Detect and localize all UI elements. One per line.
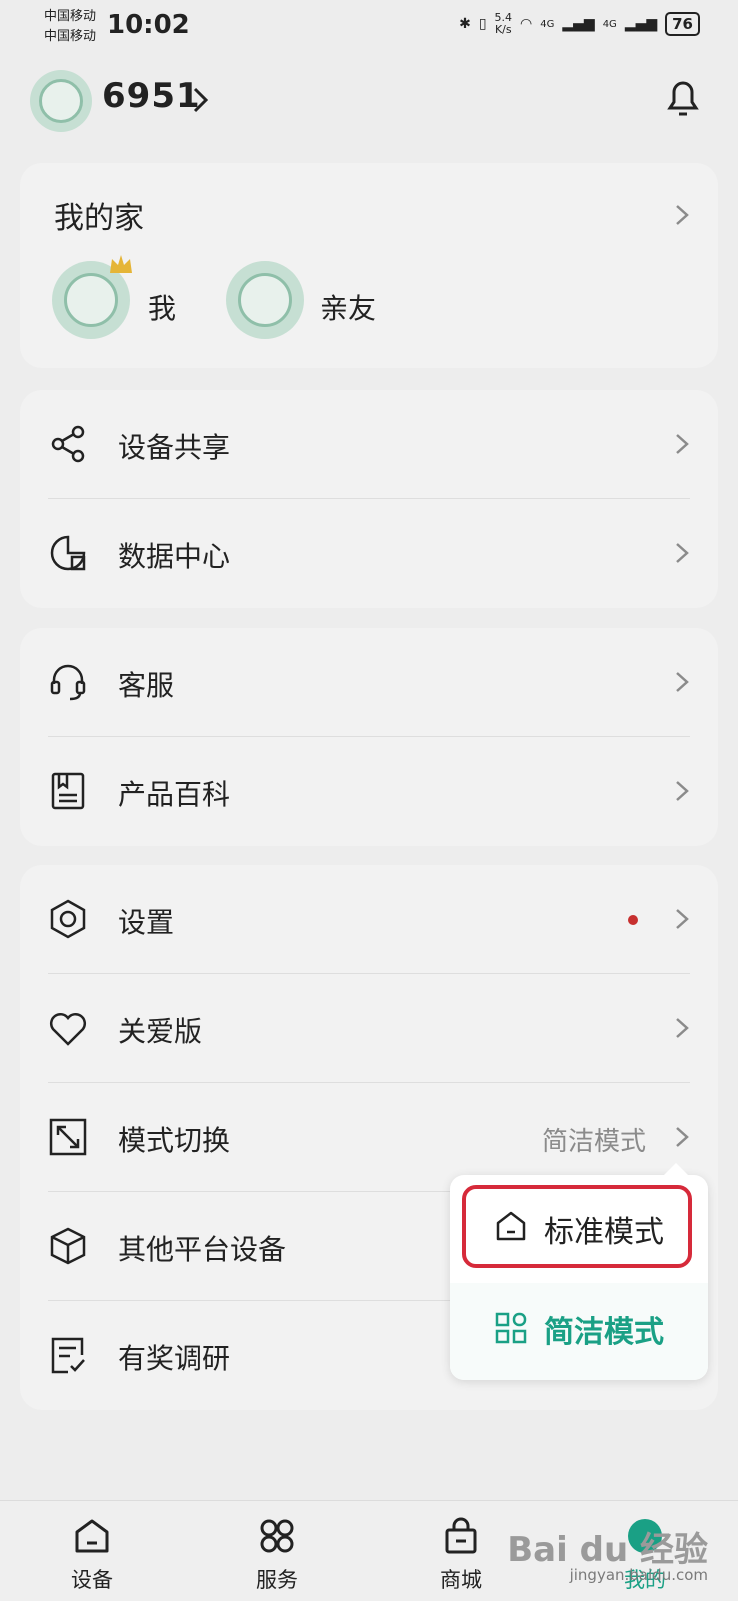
member-label-me[interactable]: 我	[148, 287, 176, 327]
book-icon	[51, 772, 85, 810]
network-type-2: 4G	[602, 18, 617, 30]
simple-mode-label: 简洁模式	[544, 1315, 664, 1350]
survey-icon	[51, 1337, 85, 1374]
battery-indicator: 76	[665, 12, 700, 36]
member-face-icon	[238, 273, 292, 327]
network-speed: 5.4 K/s	[494, 11, 513, 36]
menu-label: 有奖调研	[118, 1342, 231, 1375]
popup-pointer	[664, 1163, 688, 1175]
signal-icon: ▂▄▆	[562, 16, 595, 32]
share-icon	[51, 425, 85, 463]
support-card: 客服 产品百科	[20, 628, 718, 846]
notification-bell-icon[interactable]	[658, 72, 708, 122]
chevron-right-icon	[676, 781, 689, 801]
tab-label: 商城	[440, 1568, 482, 1592]
menu-label: 设置	[118, 906, 175, 939]
watermark-url: jingyan.baidu.com	[569, 1566, 708, 1584]
menu-item-product-wiki[interactable]: 产品百科	[20, 737, 718, 845]
tab-label: 设备	[71, 1568, 113, 1592]
simple-mode-option[interactable]: 简洁模式	[450, 1283, 708, 1380]
member-label-friends[interactable]: 亲友	[320, 287, 376, 327]
profile-header: 6951	[0, 60, 738, 140]
tab-devices[interactable]: 设备	[32, 1501, 152, 1601]
mode-popup: 标准模式 简洁模式	[450, 1163, 708, 1380]
data-center-icon	[50, 535, 86, 571]
baidu-watermark: Bai du 经验 jingyan.baidu.com	[507, 1530, 708, 1584]
family-card: 我的家 我 亲友	[20, 163, 718, 368]
system-icons: ✱ ▯ 5.4 K/s ◠ 4G ▂▄▆ 4G ▂▄▆ 76	[459, 12, 700, 36]
menu-item-customer-service[interactable]: 客服	[20, 628, 718, 736]
grid-icon	[495, 1312, 527, 1344]
avatar-face-icon	[39, 79, 83, 123]
menu-item-settings[interactable]: 设置	[20, 865, 718, 973]
settings-hexagon-icon	[50, 899, 86, 939]
menu-label: 关爱版	[118, 1015, 203, 1048]
menu-item-device-share[interactable]: 设备共享	[20, 390, 718, 498]
menu-label: 模式切换	[118, 1124, 231, 1157]
menu-label: 设备共享	[118, 431, 231, 464]
tab-label: 服务	[256, 1568, 298, 1592]
device-card: 设备共享 数据中心	[20, 390, 718, 608]
chevron-right-icon	[676, 1127, 689, 1147]
user-id[interactable]: 6951	[102, 76, 201, 116]
chevron-right-icon	[676, 1018, 689, 1038]
chevron-right-icon	[676, 543, 689, 563]
menu-label: 客服	[118, 669, 175, 702]
avatar[interactable]	[30, 70, 92, 132]
profile-chevron-icon[interactable]	[192, 86, 210, 114]
menu-item-care-edition[interactable]: 关爱版	[20, 974, 718, 1082]
chevron-right-icon	[676, 434, 689, 454]
chevron-right-icon	[676, 909, 689, 929]
chevron-right-icon	[676, 672, 689, 692]
shopping-bag-icon	[445, 1517, 477, 1554]
member-face-icon	[64, 273, 118, 327]
network-type-1: 4G	[540, 18, 555, 30]
tab-services[interactable]: 服务	[217, 1501, 337, 1601]
status-bar: 中国移动 中国移动 10:02 ✱ ▯ 5.4 K/s ◠ 4G ▂▄▆ 4G …	[0, 0, 738, 50]
standard-mode-option[interactable]: 标准模式	[462, 1185, 692, 1268]
cube-icon	[50, 1227, 86, 1265]
menu-label: 产品百科	[118, 778, 231, 811]
mode-switch-icon	[49, 1118, 87, 1156]
signal-icon-2: ▂▄▆	[624, 16, 658, 32]
family-chevron-icon[interactable]	[674, 203, 690, 227]
home-icon	[496, 1211, 526, 1241]
heart-icon	[50, 1013, 86, 1046]
carrier-2: 中国移动	[44, 29, 97, 44]
menu-label: 其他平台设备	[118, 1233, 287, 1266]
home-tab-icon	[75, 1519, 109, 1553]
menu-item-data-center[interactable]: 数据中心	[20, 499, 718, 607]
bluetooth-icon: ✱	[459, 16, 471, 32]
status-time: 10:02	[107, 10, 190, 40]
clover-icon	[260, 1519, 294, 1553]
standard-mode-label: 标准模式	[544, 1215, 664, 1250]
vibrate-icon: ▯	[478, 16, 487, 32]
crown-icon	[110, 255, 132, 273]
tab-mall[interactable]: 商城	[401, 1501, 521, 1601]
headset-icon	[50, 664, 86, 701]
member-avatar-friends[interactable]	[226, 261, 304, 339]
wifi-icon: ◠	[520, 16, 533, 32]
carrier-info: 中国移动 中国移动	[44, 7, 96, 47]
notification-dot	[628, 915, 638, 925]
mode-switch-value: 简洁模式	[541, 1127, 646, 1157]
carrier-1: 中国移动	[44, 9, 97, 24]
family-title[interactable]: 我的家	[54, 193, 144, 237]
menu-label: 数据中心	[118, 540, 231, 573]
